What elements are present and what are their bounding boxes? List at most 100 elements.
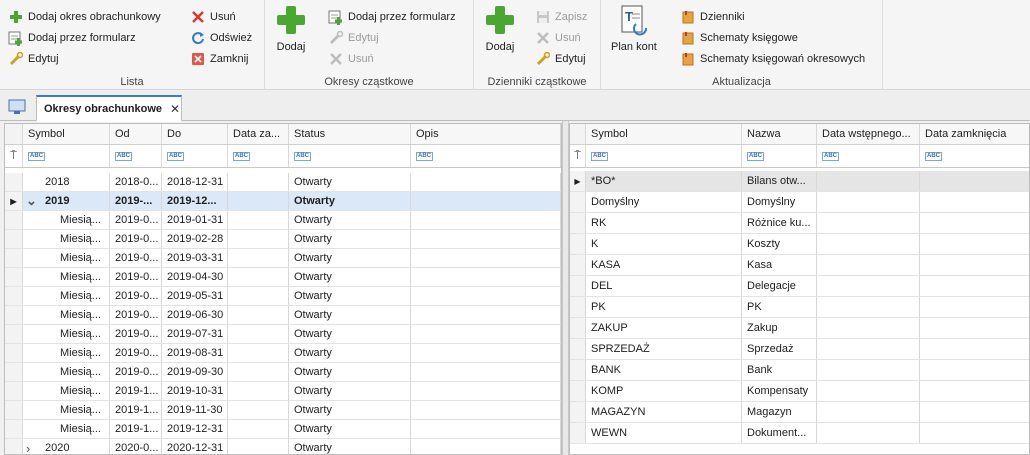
edit-button[interactable]: Edytuj: [8, 49, 59, 68]
filter-cell-5[interactable]: ABC: [411, 145, 561, 167]
period-row[interactable]: ▶ ⌄ 2019 2019-... 2019-12... Otwarty: [5, 192, 561, 211]
filter-cell-2[interactable]: ABC: [162, 145, 228, 167]
delete-x-icon: [535, 30, 551, 46]
add-form-button[interactable]: Dodaj przez formularz: [8, 28, 136, 47]
schematy-button[interactable]: Schematy księgowe: [680, 28, 798, 47]
delete-button[interactable]: Usuń: [190, 7, 236, 26]
dzienniki-update-button[interactable]: Dzienniki: [680, 7, 745, 26]
tab-close-icon[interactable]: ✕: [170, 102, 180, 116]
filter-cell-1[interactable]: ABC: [742, 145, 817, 167]
row-indicator: [570, 402, 586, 422]
column-header-1[interactable]: Od: [110, 124, 162, 144]
column-header-3[interactable]: Data zamknięcia: [920, 124, 1029, 144]
row-indicator: [5, 306, 23, 324]
expand-toggle[interactable]: ›: [23, 439, 40, 455]
cell-opis: [411, 230, 561, 248]
column-header-0[interactable]: Symbol: [23, 124, 110, 144]
column-header-0[interactable]: Symbol: [586, 124, 742, 144]
period-row[interactable]: Miesią... 2019-0... 2019-01-31 Otwarty: [5, 211, 561, 230]
filter-pin-icon[interactable]: ⍑: [5, 145, 23, 167]
column-header-3[interactable]: Data za...: [228, 124, 289, 144]
dzienniki-save-button[interactable]: Zapisz: [535, 7, 587, 26]
journal-row[interactable]: PK PK: [570, 297, 1029, 318]
journal-row[interactable]: Domyślny Domyślny: [570, 192, 1029, 213]
text-filter-icon: ABC: [822, 151, 839, 161]
period-row[interactable]: › 2020 2020-0... 2020-12-31 Otwarty: [5, 439, 561, 455]
refresh-button[interactable]: Odśwież: [190, 28, 252, 47]
column-header-4[interactable]: Status: [289, 124, 411, 144]
period-row[interactable]: Miesią... 2019-1... 2019-11-30 Otwarty: [5, 401, 561, 420]
cell-wst: [817, 423, 920, 443]
group-label-okresy: Okresy cząstkowe: [324, 76, 414, 88]
column-header-1[interactable]: Nazwa: [742, 124, 817, 144]
cell-wst: [817, 276, 920, 296]
period-row[interactable]: Miesią... 2019-1... 2019-10-31 Otwarty: [5, 382, 561, 401]
cell-data: [228, 268, 289, 286]
period-row[interactable]: Miesią... 2019-1... 2019-12-31 Otwarty: [5, 420, 561, 439]
add-form-icon: [328, 9, 344, 25]
cell-status: Otwarty: [289, 401, 411, 419]
period-row[interactable]: Miesią... 2019-0... 2019-05-31 Otwarty: [5, 287, 561, 306]
cell-opis: [411, 344, 561, 362]
journal-row[interactable]: WEWN Dokument...: [570, 423, 1029, 444]
period-row[interactable]: Miesią... 2019-0... 2019-02-28 Otwarty: [5, 230, 561, 249]
cell-zam: [920, 339, 1029, 359]
period-row[interactable]: Miesią... 2019-0... 2019-03-31 Otwarty: [5, 249, 561, 268]
filter-cell-3[interactable]: ABC: [228, 145, 289, 167]
periods-grid: Symbol Od Do Data za... Status Opis ⍑ ABC ABC ABC…: [4, 123, 562, 455]
okresy-add-button[interactable]: Dodaj: [275, 4, 307, 53]
plan-kont-button[interactable]: T Plan kont: [611, 4, 657, 53]
expand-toggle: [23, 363, 40, 381]
filter-pin-icon[interactable]: ⍑: [570, 145, 586, 167]
refresh-icon: [190, 30, 206, 46]
journal-row[interactable]: SPRZEDAŻ Sprzedaż: [570, 339, 1029, 360]
journal-row[interactable]: ZAKUP Zakup: [570, 318, 1029, 339]
filter-cell-3[interactable]: ABC: [920, 145, 1029, 167]
column-header-2[interactable]: Data wstępnego...: [817, 124, 920, 144]
journal-row[interactable]: KOMP Kompensaty: [570, 381, 1029, 402]
filter-cell-1[interactable]: ABC: [110, 145, 162, 167]
cell-symbol: KOMP: [586, 381, 742, 401]
home-tab-button[interactable]: [4, 96, 30, 118]
cell-status: Otwarty: [289, 230, 411, 248]
journal-row[interactable]: BANK Bank: [570, 360, 1029, 381]
expand-toggle: [23, 401, 40, 419]
filter-cell-4[interactable]: ABC: [289, 145, 411, 167]
header-indicator: [5, 124, 23, 144]
journal-row[interactable]: ▶ *BO* Bilans otw...: [570, 171, 1029, 192]
cell-nazwa: Bilans otw...: [742, 171, 817, 191]
column-header-2[interactable]: Do: [162, 124, 228, 144]
journal-row[interactable]: MAGAZYN Magazyn: [570, 402, 1029, 423]
journal-row[interactable]: DEL Delegacje: [570, 276, 1029, 297]
expand-toggle: [23, 287, 40, 305]
period-row[interactable]: Miesią... 2019-0... 2019-04-30 Otwarty: [5, 268, 561, 287]
schematy-okresowe-button[interactable]: Schematy księgowań okresowych: [680, 49, 865, 68]
journal-row[interactable]: K Koszty: [570, 234, 1029, 255]
close-button[interactable]: Zamknij: [190, 49, 249, 68]
filter-cell-0[interactable]: ABC: [586, 145, 742, 167]
filter-cell-0[interactable]: ABC: [23, 145, 110, 167]
dzienniki-add-button[interactable]: Dodaj: [484, 4, 516, 53]
journal-row[interactable]: KASA Kasa: [570, 255, 1029, 276]
journal-row[interactable]: RK Różnice ku...: [570, 213, 1029, 234]
expand-toggle[interactable]: ⌄: [23, 192, 40, 210]
okresy-add-form-button[interactable]: Dodaj przez formularz: [328, 7, 456, 26]
period-row[interactable]: Miesią... 2019-0... 2019-08-31 Otwarty: [5, 344, 561, 363]
add-period-button[interactable]: Dodaj okres obrachunkowy: [8, 7, 161, 26]
tab-okresy-obrachunkowe[interactable]: Okresy obrachunkowe ✕: [36, 95, 182, 122]
row-indicator: [5, 420, 23, 438]
grid-splitter[interactable]: [562, 121, 569, 455]
period-row[interactable]: Miesią... 2019-0... 2019-07-31 Otwarty: [5, 325, 561, 344]
okresy-edit-button[interactable]: Edytuj: [328, 28, 379, 47]
period-row[interactable]: 2018 2018-0... 2018-12-31 Otwarty: [5, 173, 561, 192]
refresh-label: Odśwież: [210, 31, 253, 44]
dzienniki-delete-button[interactable]: Usuń: [535, 28, 581, 47]
okresy-delete-button[interactable]: Usuń: [328, 49, 374, 68]
column-header-5[interactable]: Opis: [411, 124, 561, 144]
filter-cell-2[interactable]: ABC: [817, 145, 920, 167]
dzienniki-edit-button[interactable]: Edytuj: [535, 49, 586, 68]
journals-filter-row: ⍑ ABC ABC ABC ABC: [570, 145, 1029, 168]
cell-do: 2019-12...: [162, 192, 228, 210]
period-row[interactable]: Miesią... 2019-0... 2019-09-30 Otwarty: [5, 363, 561, 382]
period-row[interactable]: Miesią... 2019-0... 2019-06-30 Otwarty: [5, 306, 561, 325]
